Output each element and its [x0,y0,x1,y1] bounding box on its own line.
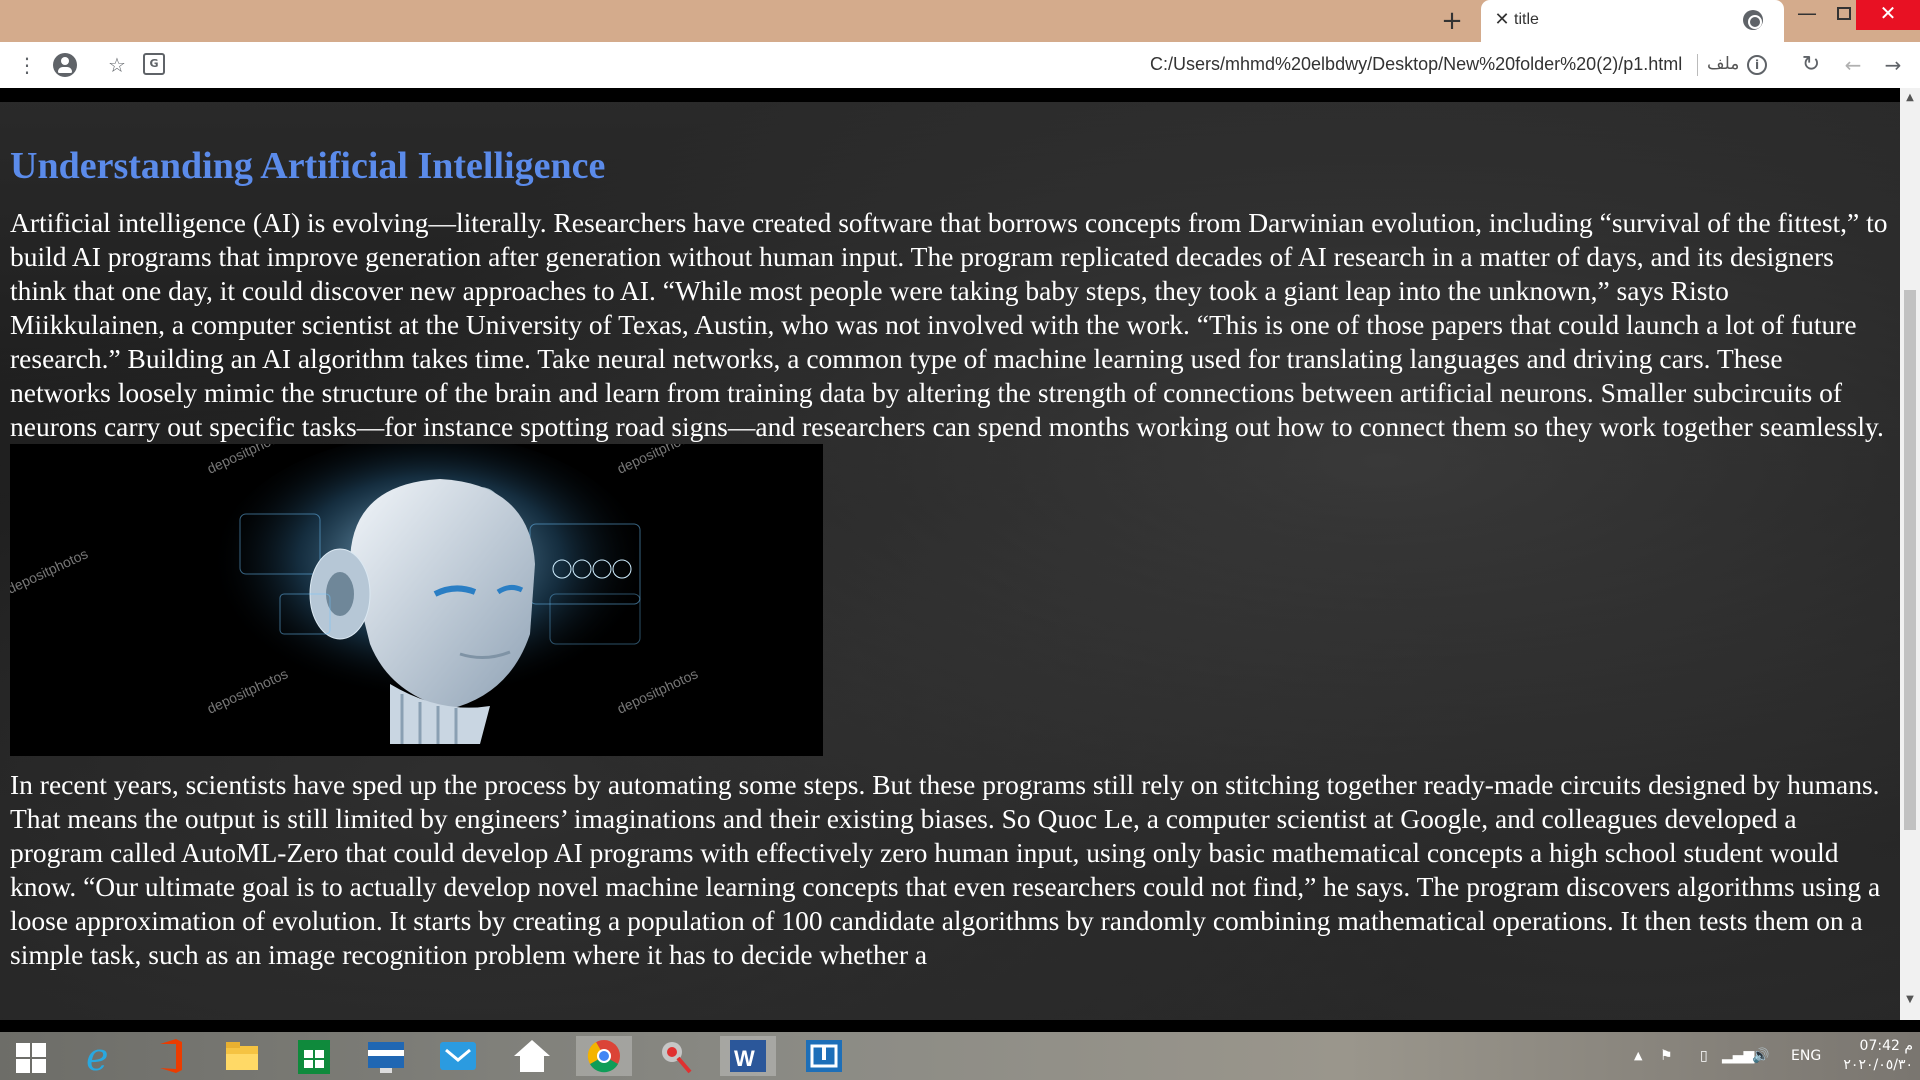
svg-text:e: e [86,1036,109,1076]
menu-icon[interactable]: ⋮ [13,51,41,79]
scroll-down-icon[interactable]: ▼ [1900,994,1920,1008]
scheme-label: ملف [1707,54,1740,74]
chrome-icon[interactable] [576,1036,632,1076]
vertical-scroll-thumb[interactable] [1904,290,1916,830]
restore-icon [1837,7,1851,20]
close-window-button[interactable]: ✕ [1856,0,1920,30]
scroll-up-icon[interactable]: ▲ [1900,92,1920,106]
paragraph-1: Artificial intelligence (AI) is evolving… [10,207,1888,442]
new-tab-button[interactable]: + [1437,6,1467,36]
page-content: Understanding Artificial Intelligence Ar… [10,138,1890,972]
language-indicator[interactable]: ENG [1791,1032,1821,1080]
word-icon[interactable]: W [720,1036,776,1076]
office-icon[interactable] [142,1036,198,1076]
tab-strip: + ✕ title — ✕ [0,0,1920,42]
star-icon[interactable]: ☆ [103,51,131,79]
app-icon[interactable] [796,1036,852,1076]
back-icon[interactable]: ← [1839,51,1867,79]
browser-tab[interactable]: ✕ title [1481,0,1784,42]
address-separator [1697,54,1698,76]
minimize-button[interactable]: — [1788,0,1826,30]
clock-date[interactable]: ٢٠٢٠/٠٥/٣٠ [1833,1056,1913,1074]
address-bar-url[interactable]: C:/Users/mhmd%20elbdwy/Desktop/New%20fol… [1150,54,1682,75]
tool-icon[interactable] [648,1036,704,1076]
lenovo-icon[interactable] [358,1036,414,1076]
reload-icon[interactable]: ↻ [1797,51,1825,79]
page-heading: Understanding Artificial Intelligence [10,145,606,187]
network-icon[interactable]: ▂▄▆ [1722,1032,1754,1080]
account-icon[interactable] [53,53,77,77]
tab-close-icon[interactable]: ✕ [1491,9,1513,31]
page-viewport: Understanding Artificial Intelligence Ar… [0,88,1920,1020]
start-icon[interactable] [8,1036,64,1076]
action-center-flag-icon[interactable]: ⚑ [1660,1032,1673,1080]
tab-title: title [1514,11,1539,28]
paragraph-2: In recent years, scientists have sped up… [10,769,1881,970]
home-icon[interactable] [504,1036,560,1076]
mail-icon[interactable] [430,1036,486,1076]
svg-text:W: W [734,1046,755,1071]
translate-icon[interactable]: G [143,53,165,75]
page-top-edge [0,88,1900,102]
forward-icon[interactable]: → [1879,51,1907,79]
store-icon[interactable] [286,1036,342,1076]
windows-taskbar: e W ▲ ⚑ ▯ ▂▄▆ 🔊 ENG 07:42 م ٢٠٢٠/٠٥/٣٠ [0,1032,1920,1080]
clock-time[interactable]: 07:42 م [1833,1037,1913,1055]
file-explorer-icon[interactable] [214,1036,270,1076]
robot-head-image: depositphotos depositphotos depositphoto… [10,444,823,756]
globe-icon [1743,10,1763,30]
robot-head-illustration: depositphotos depositphotos depositphoto… [10,444,823,756]
internet-explorer-icon[interactable]: e [72,1035,128,1079]
show-hidden-icons[interactable]: ▲ [1634,1032,1642,1080]
battery-icon[interactable]: ▯ [1700,1032,1708,1080]
volume-icon[interactable]: 🔊 [1752,1032,1769,1080]
browser-toolbar: ⋮ ☆ G C:/Users/mhmd%20elbdwy/Desktop/New… [0,42,1920,88]
info-icon[interactable]: i [1747,55,1767,75]
vertical-scrollbar[interactable]: ▲ ▼ [1900,88,1920,1020]
